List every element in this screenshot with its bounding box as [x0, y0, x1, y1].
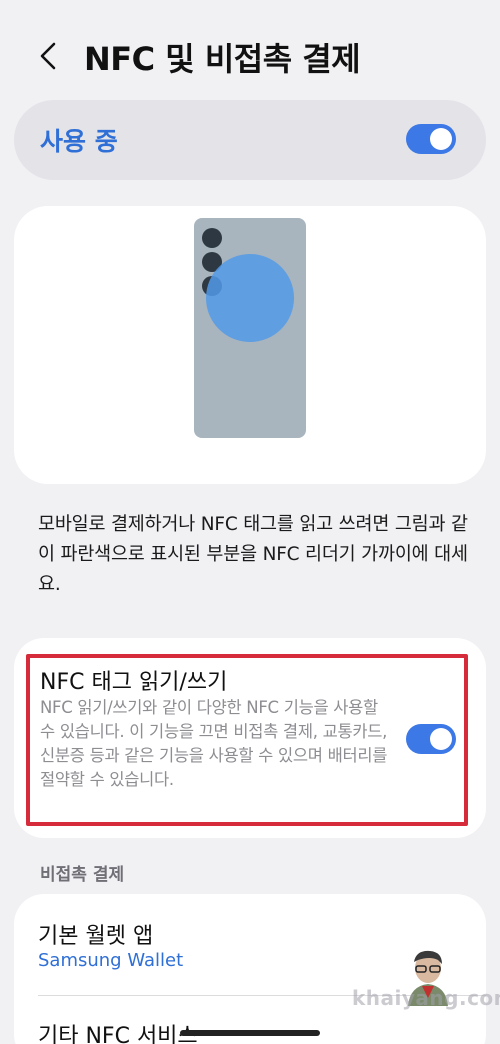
phone-back-illustration	[194, 218, 306, 438]
other-nfc-services-title[interactable]: 기타 NFC 서비스	[38, 1018, 198, 1044]
home-indicator[interactable]	[180, 1030, 320, 1036]
master-switch-label: 사용 중	[40, 127, 118, 156]
watermark-text: khaiyang.com	[352, 986, 500, 1010]
master-switch-bar[interactable]: 사용 중	[14, 100, 486, 180]
nfc-illustration-card	[14, 206, 486, 484]
nfc-settings-screen: NFC 및 비접촉 결제 사용 중 모바일로 결제하거나 NFC 태그를 읽고 …	[0, 0, 500, 1044]
page-title: NFC 및 비접촉 결제	[84, 40, 361, 78]
back-button[interactable]	[34, 36, 64, 76]
nfc-description: 모바일로 결제하거나 NFC 태그를 읽고 쓰려면 그림과 같이 파란색으로 표…	[38, 514, 468, 595]
nfc-tag-title: NFC 태그 읽기/쓰기	[40, 670, 228, 695]
default-wallet-value[interactable]: Samsung Wallet	[38, 950, 183, 971]
nfc-tag-toggle[interactable]	[406, 724, 456, 754]
chevron-left-icon	[40, 42, 56, 70]
nfc-tag-read-write-card[interactable]: NFC 태그 읽기/쓰기 NFC 읽기/쓰기와 같이 다양한 NFC 기능을 사…	[14, 638, 486, 838]
default-wallet-title[interactable]: 기본 월렛 앱	[38, 918, 153, 950]
toggle-knob	[430, 128, 452, 150]
toggle-knob	[430, 728, 452, 750]
master-toggle[interactable]	[406, 124, 456, 154]
app-bar: NFC 및 비접촉 결제	[0, 24, 500, 88]
nfc-tag-description: NFC 읽기/쓰기와 같이 다양한 NFC 기능을 사용할 수 있습니다. 이 …	[40, 698, 388, 789]
nfc-antenna-area	[206, 254, 294, 342]
section-header-contactless: 비접촉 결제	[40, 865, 125, 885]
camera-lens-icon	[202, 228, 222, 248]
